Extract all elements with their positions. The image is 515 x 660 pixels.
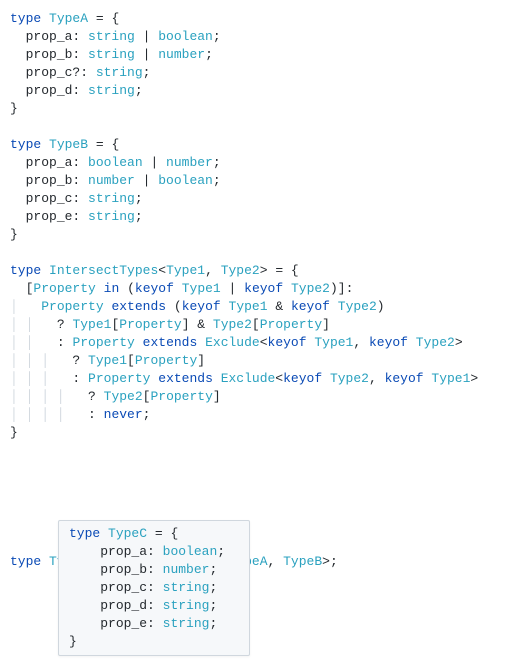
prop-name: prop_b (26, 47, 73, 62)
keyword-type: type (10, 11, 41, 26)
type-name: TypeA (49, 11, 88, 26)
tooltip-content: type TypeC = { prop_a: boolean; prop_b: … (69, 525, 239, 651)
hover-tooltip: type TypeC = { prop_a: boolean; prop_b: … (58, 520, 250, 656)
code-block-type-b: type TypeB = { prop_a: boolean | number;… (10, 136, 505, 244)
prop-name: prop_d (26, 83, 73, 98)
prop-name: prop_a (26, 29, 73, 44)
code-block-type-a: type TypeA = { prop_a: string | boolean;… (10, 10, 505, 118)
prop-name: prop_c (26, 65, 73, 80)
code-block-intersect-types: type IntersectTypes<Type1, Type2> = { [P… (10, 262, 505, 442)
